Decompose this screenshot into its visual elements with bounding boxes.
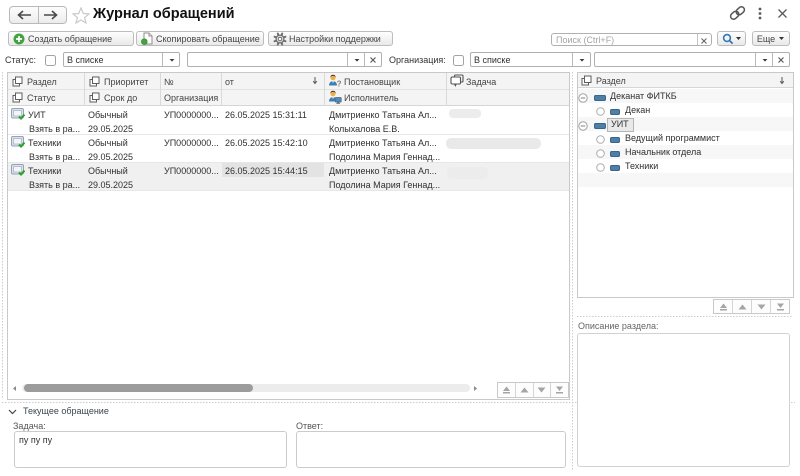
svg-text:?: ? <box>337 80 342 89</box>
